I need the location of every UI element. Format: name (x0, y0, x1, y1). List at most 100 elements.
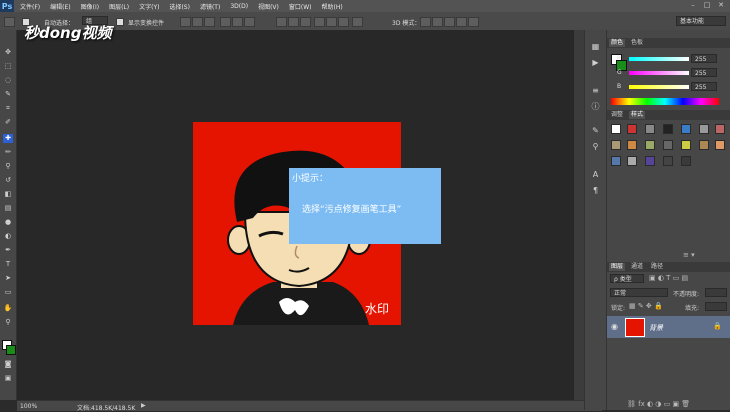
style-swatch[interactable] (715, 140, 725, 150)
tab-styles[interactable]: 样式 (629, 111, 646, 119)
menu-filter[interactable]: 滤镜(T) (200, 2, 220, 11)
crop-tool-icon[interactable]: ⌗ (3, 104, 13, 113)
style-swatch[interactable] (663, 156, 673, 166)
blue-slider[interactable] (629, 85, 689, 89)
3d-rotate-icon[interactable] (420, 17, 431, 27)
style-swatch[interactable] (663, 124, 673, 134)
hand-tool-icon[interactable]: ✋ (3, 304, 13, 313)
3d-drag-icon[interactable] (444, 17, 455, 27)
actions-panel-icon[interactable]: ▶ (589, 58, 602, 68)
style-swatch[interactable] (627, 156, 637, 166)
3d-roll-icon[interactable] (432, 17, 443, 27)
move-tool-preset-icon[interactable] (4, 17, 15, 27)
style-swatch[interactable] (681, 156, 691, 166)
panel-menu-icon[interactable]: ≡ ▾ (683, 251, 695, 259)
history-panel-icon[interactable]: ▦ (589, 42, 602, 52)
style-swatch[interactable] (645, 140, 655, 150)
opacity-field[interactable] (705, 288, 727, 297)
pen-tool-icon[interactable]: ✒ (3, 246, 13, 255)
green-value[interactable]: 255 (691, 68, 717, 77)
style-swatch[interactable] (611, 124, 621, 134)
maximize-icon[interactable]: □ (702, 1, 712, 10)
shape-tool-icon[interactable]: ▭ (3, 288, 13, 297)
background-color-swatch[interactable] (6, 345, 16, 355)
menu-file[interactable]: 文件(F) (20, 2, 40, 11)
style-swatch[interactable] (645, 156, 655, 166)
quick-select-tool-icon[interactable]: ✎ (3, 90, 13, 99)
distribute-left-icon[interactable] (314, 17, 325, 27)
green-slider[interactable] (629, 71, 689, 75)
clone-stamp-tool-icon[interactable]: ⚲ (3, 162, 13, 171)
lasso-tool-icon[interactable]: ◌ (3, 76, 13, 85)
3d-scale-icon[interactable] (468, 17, 479, 27)
brush-panel-icon[interactable]: ✎ (589, 126, 602, 136)
style-swatch[interactable] (681, 140, 691, 150)
align-bottom-icon[interactable] (204, 17, 215, 27)
style-swatch[interactable] (627, 124, 637, 134)
layers-footer-icons[interactable]: ⛓ fx ◐ ◑ ▭ ▣ 🗑 (627, 400, 690, 408)
menu-view[interactable]: 视图(V) (258, 2, 279, 11)
path-select-tool-icon[interactable]: ➤ (3, 274, 13, 283)
style-swatch[interactable] (681, 124, 691, 134)
paragraph-panel-icon[interactable]: ¶ (589, 186, 602, 196)
quick-mask-icon[interactable]: ◙ (3, 360, 13, 369)
style-swatch[interactable] (699, 124, 709, 134)
fill-field[interactable] (705, 302, 727, 311)
move-tool-icon[interactable]: ✥ (3, 48, 13, 57)
blend-mode-dropdown[interactable]: 正常 (610, 288, 668, 297)
eyedropper-tool-icon[interactable]: ✐ (3, 118, 13, 127)
marquee-tool-icon[interactable]: ⬚ (3, 62, 13, 71)
tab-swatches[interactable]: 色板 (629, 39, 645, 47)
align-right-icon[interactable] (244, 17, 255, 27)
layer-name[interactable]: 背景 (649, 323, 663, 333)
layer-filter-icons[interactable]: ▣ ◐ T ▭ ▤ (649, 274, 688, 282)
distribute-vcenter-icon[interactable] (288, 17, 299, 27)
align-left-icon[interactable] (220, 17, 231, 27)
style-swatch[interactable] (611, 140, 621, 150)
status-arrow-icon[interactable]: ▶ (141, 402, 146, 409)
red-value[interactable]: 255 (691, 54, 717, 63)
style-swatch[interactable] (627, 140, 637, 150)
gradient-tool-icon[interactable]: ▤ (3, 204, 13, 213)
type-tool-icon[interactable]: T (3, 260, 13, 269)
info-panel-icon[interactable]: ⓘ (589, 102, 602, 112)
close-icon[interactable]: ✕ (716, 1, 726, 10)
distribute-right-icon[interactable] (338, 17, 349, 27)
align-hcenter-icon[interactable] (232, 17, 243, 27)
red-slider[interactable] (629, 57, 689, 61)
zoom-tool-icon[interactable]: ⚲ (3, 318, 13, 327)
eraser-tool-icon[interactable]: ◧ (3, 190, 13, 199)
menu-help[interactable]: 帮助(H) (322, 2, 343, 11)
dock-divider[interactable] (574, 30, 584, 400)
color-spectrum-ramp[interactable] (611, 98, 719, 105)
menu-layer[interactable]: 图层(L) (109, 2, 129, 11)
tab-adjustments[interactable]: 调整 (609, 111, 625, 119)
tab-paths[interactable]: 路径 (649, 263, 665, 271)
brush-tool-icon[interactable]: ✏ (3, 148, 13, 157)
clone-source-icon[interactable]: ⚲ (589, 142, 602, 152)
dodge-tool-icon[interactable]: ◐ (3, 232, 13, 241)
tab-color[interactable]: 颜色 (609, 39, 626, 47)
auto-align-icon[interactable] (352, 17, 363, 27)
distribute-bottom-icon[interactable] (300, 17, 311, 27)
style-swatch[interactable] (715, 124, 725, 134)
blue-value[interactable]: 255 (691, 82, 717, 91)
style-swatch[interactable] (611, 156, 621, 166)
screen-mode-icon[interactable]: ▣ (3, 374, 13, 383)
align-vcenter-icon[interactable] (192, 17, 203, 27)
menu-type[interactable]: 文字(Y) (139, 2, 159, 11)
spot-healing-brush-tool-icon[interactable]: ✚ (3, 134, 13, 143)
blur-tool-icon[interactable]: ● (3, 218, 13, 227)
properties-panel-icon[interactable]: ≡ (589, 86, 602, 96)
canvas-area[interactable]: 水印 小提示： 选择“污点修复画笔工具” (17, 30, 574, 400)
minimize-icon[interactable]: – (688, 1, 698, 10)
3d-slide-icon[interactable] (456, 17, 467, 27)
distribute-top-icon[interactable] (276, 17, 287, 27)
zoom-level[interactable]: 100% (20, 403, 37, 410)
show-transform-checkbox[interactable] (116, 18, 124, 26)
menu-image[interactable]: 图像(I) (81, 2, 99, 11)
tab-channels[interactable]: 通道 (629, 263, 645, 271)
layer-kind-filter[interactable]: ρ 类型 (610, 274, 644, 283)
character-panel-icon[interactable]: A (589, 170, 602, 180)
style-swatch[interactable] (699, 140, 709, 150)
